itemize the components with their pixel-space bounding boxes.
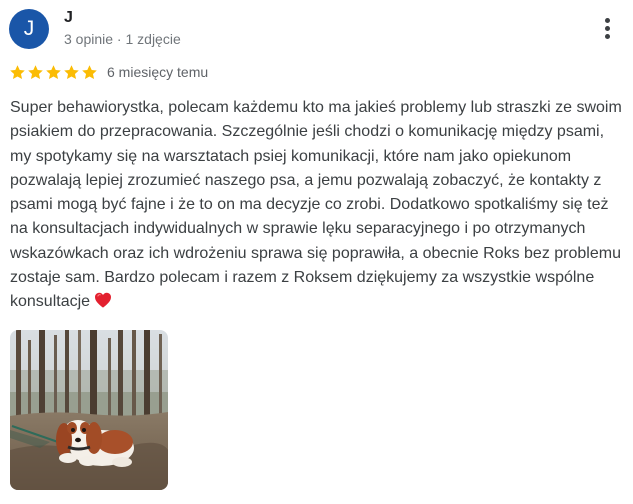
star-icon <box>10 64 25 79</box>
star-icon <box>64 64 79 79</box>
review-photo[interactable] <box>10 330 168 490</box>
star-rating <box>9 64 98 81</box>
author-name[interactable]: J <box>64 9 73 27</box>
more-vertical-icon-dot <box>604 33 610 39</box>
review-text: Super behawiorystka, polecam każdemu kto… <box>10 96 622 315</box>
author-meta: 3 opinie · 1 zdjęcie <box>64 31 181 47</box>
star-icon <box>82 64 97 79</box>
star-icon <box>46 64 61 79</box>
avatar[interactable]: J <box>9 9 49 49</box>
star-icon <box>28 64 43 79</box>
dog-in-forest-photo <box>10 330 168 490</box>
review-date: 6 miesięcy temu <box>107 64 209 80</box>
more-options-button[interactable] <box>595 14 619 42</box>
more-vertical-icon-dot <box>604 25 610 31</box>
red-heart-icon <box>95 293 112 309</box>
avatar-initial: J <box>23 17 35 40</box>
rating-row: 6 miesięcy temu <box>9 62 208 82</box>
review-body: Super behawiorystka, polecam każdemu kto… <box>10 99 622 311</box>
more-vertical-icon <box>604 17 610 23</box>
